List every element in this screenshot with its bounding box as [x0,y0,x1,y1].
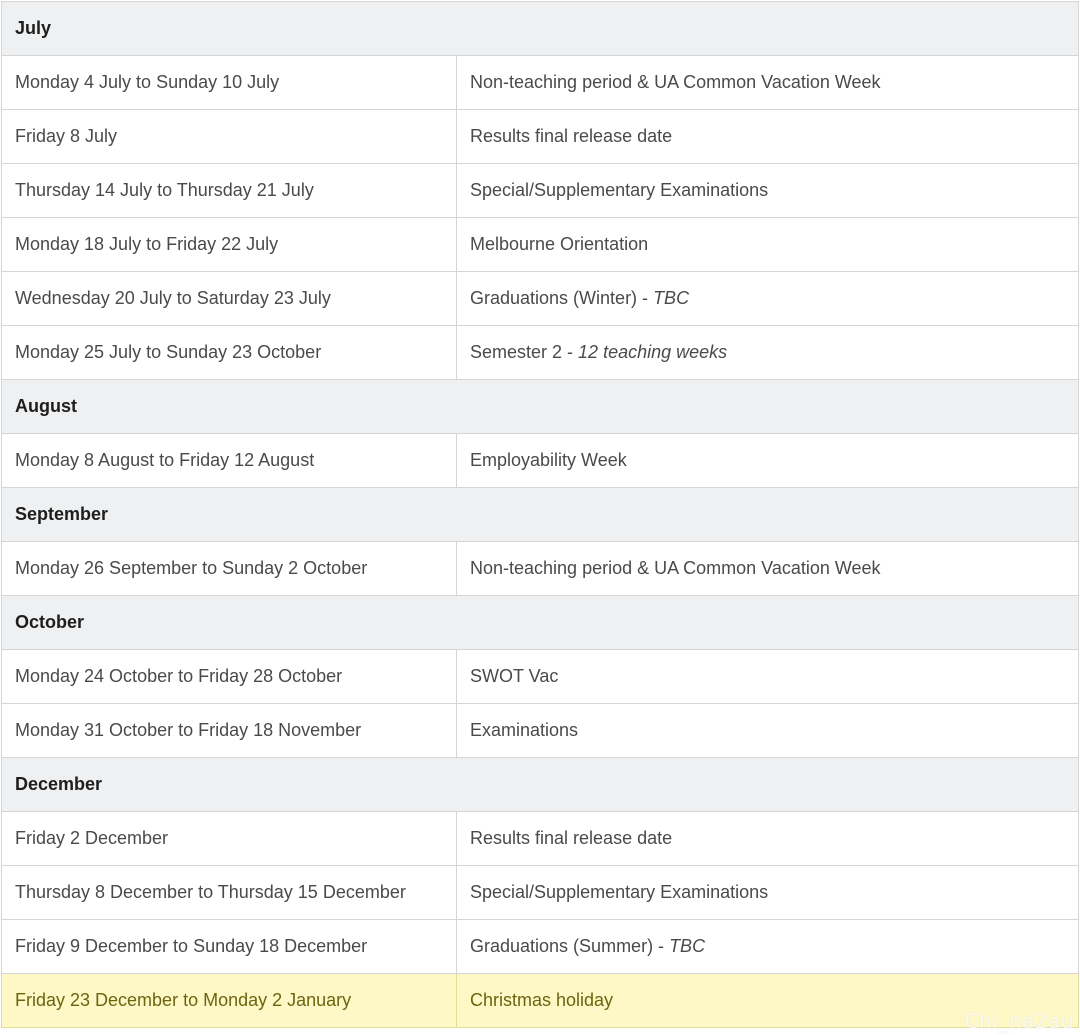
event-date: Monday 4 July to Sunday 10 July [1,55,457,110]
event-title: Employability Week [470,450,627,470]
event-description: Non-teaching period & UA Common Vacation… [456,541,1079,596]
event-description: Special/Supplementary Examinations [456,865,1079,920]
event-row: Thursday 14 July to Thursday 21 July Spec… [1,163,1079,218]
month-header-row: August [1,379,1079,434]
event-note: TBC [669,936,706,956]
month-label: December [1,757,1079,812]
month-label: July [1,1,1079,56]
event-row: Wednesday 20 July to Saturday 23 July Gra… [1,271,1079,326]
event-row: Friday 9 December to Sunday 18 December G… [1,919,1079,974]
event-row: Monday 18 July to Friday 22 July Melbourn… [1,217,1079,272]
event-title: Results final release date [470,828,673,848]
academic-calendar-table: July Monday 4 July to Sunday 10 July Non-t… [1,1,1079,1028]
event-title: Non-teaching period & UA Common Vacation… [470,558,881,578]
event-date: Monday 25 July to Sunday 23 October [1,325,457,380]
month-label: September [1,487,1079,542]
event-title: Special/Supplementary Examinations [470,180,769,200]
event-description: Semester 2 - 12 teaching weeks [456,325,1079,380]
watermark: Chi_na2au [964,1009,1074,1033]
month-label: August [1,379,1079,434]
event-date: Wednesday 20 July to Saturday 23 July [1,271,457,326]
event-date: Friday 8 July [1,109,457,164]
month-header-row: July [1,1,1079,56]
event-description: Results final release date [456,109,1079,164]
event-title: Special/Supplementary Examinations [470,882,769,902]
event-title: Semester 2 - [470,342,579,362]
event-row: Monday 26 September to Sunday 2 October N… [1,541,1079,596]
calendar-body: July Monday 4 July to Sunday 10 July Non-t… [1,1,1079,1028]
event-date: Monday 24 October to Friday 28 October [1,649,457,704]
event-note: TBC [653,288,690,308]
event-description: Melbourne Orientation [456,217,1079,272]
event-description: Employability Week [456,433,1079,488]
event-row: Monday 4 July to Sunday 10 July Non-teach… [1,55,1079,110]
event-description: Graduations (Winter) - TBC [456,271,1079,326]
event-date: Monday 18 July to Friday 22 July [1,217,457,272]
event-description: Non-teaching period & UA Common Vacation… [456,55,1079,110]
event-date: Friday 9 December to Sunday 18 December [1,919,457,974]
event-row: Friday 2 December Results final release d… [1,811,1079,866]
event-row: Monday 8 August to Friday 12 August Emplo… [1,433,1079,488]
event-title: Graduations (Summer) - [470,936,670,956]
highlighted-event-row: Friday 23 December to Monday 2 January Ch… [1,973,1079,1028]
event-description: Special/Supplementary Examinations [456,163,1079,218]
event-row: Thursday 8 December to Thursday 15 Decem… [1,865,1079,920]
event-description: Examinations [456,703,1079,758]
event-date: Monday 26 September to Sunday 2 October [1,541,457,596]
event-row: Monday 25 July to Sunday 23 October Semes… [1,325,1079,380]
event-title: SWOT Vac [470,666,559,686]
event-date: Friday 23 December to Monday 2 January [1,973,457,1028]
event-date: Thursday 8 December to Thursday 15 Decem… [1,865,457,920]
event-row: Friday 8 July Results final release date [1,109,1079,164]
month-label: October [1,595,1079,650]
event-description: Results final release date [456,811,1079,866]
event-title: Christmas holiday [470,990,614,1010]
event-title: Graduations (Winter) - [470,288,654,308]
month-header-row: September [1,487,1079,542]
month-header-row: October [1,595,1079,650]
event-note: 12 teaching weeks [578,342,728,362]
event-date: Thursday 14 July to Thursday 21 July [1,163,457,218]
month-header-row: December [1,757,1079,812]
event-description: Graduations (Summer) - TBC [456,919,1079,974]
event-date: Monday 31 October to Friday 18 November [1,703,457,758]
event-title: Melbourne Orientation [470,234,649,254]
event-description: SWOT Vac [456,649,1079,704]
event-date: Friday 2 December [1,811,457,866]
event-title: Examinations [470,720,579,740]
event-row: Monday 24 October to Friday 28 October SW… [1,649,1079,704]
event-row: Monday 31 October to Friday 18 November E… [1,703,1079,758]
event-date: Monday 8 August to Friday 12 August [1,433,457,488]
event-title: Results final release date [470,126,673,146]
event-title: Non-teaching period & UA Common Vacation… [470,72,881,92]
